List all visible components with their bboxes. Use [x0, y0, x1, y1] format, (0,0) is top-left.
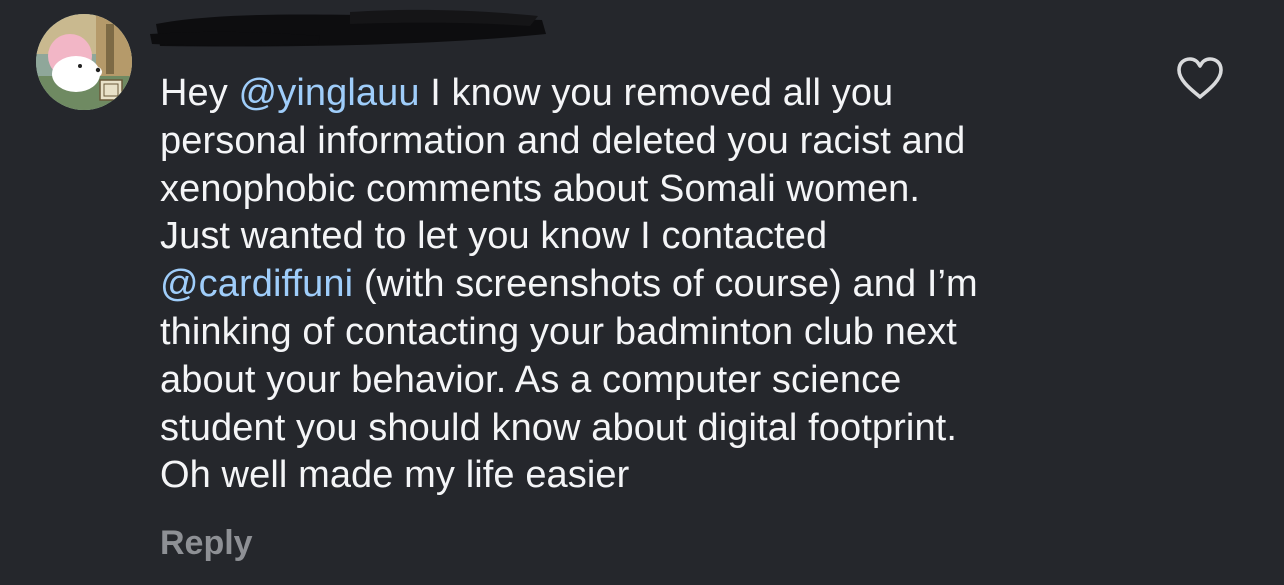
comment-line: thinking of contacting your badminton cl…: [160, 310, 957, 353]
comment-line: Oh well made my life easier: [160, 454, 630, 497]
reply-button[interactable]: Reply: [160, 524, 253, 563]
avatar-image: [36, 14, 132, 110]
comment-text-segment: (with screenshots of course) and I’m: [353, 263, 978, 306]
redacted-username: [150, 9, 546, 47]
comment: Hey @yinglauu I know you removed all you…: [0, 0, 1284, 585]
comment-line: @cardiffuni (with screenshots of course)…: [160, 261, 1140, 309]
comment-line: xenophobic comments about Somali women.: [160, 167, 921, 210]
like-button[interactable]: [1175, 55, 1225, 101]
comment-line: student you should know about digital fo…: [160, 406, 957, 449]
comment-text-segment: I know you removed all you: [419, 72, 894, 114]
mention-link[interactable]: @yinglauu: [239, 72, 420, 114]
comment-line: about your behavior. As a computer scien…: [160, 358, 902, 401]
avatar[interactable]: [36, 14, 132, 110]
comment-text: Hey @yinglauu I know you removed all you…: [160, 70, 1140, 500]
heart-outline-icon: [1177, 57, 1223, 99]
mention-link[interactable]: @cardiffuni: [160, 263, 353, 305]
comment-line: Just wanted to let you know I contacted: [160, 215, 828, 258]
comment-line: personal information and deleted you rac…: [160, 119, 966, 162]
comment-line: Hey @yinglauu I know you removed all you: [160, 70, 1140, 118]
comment-text-segment: Hey: [160, 72, 239, 114]
